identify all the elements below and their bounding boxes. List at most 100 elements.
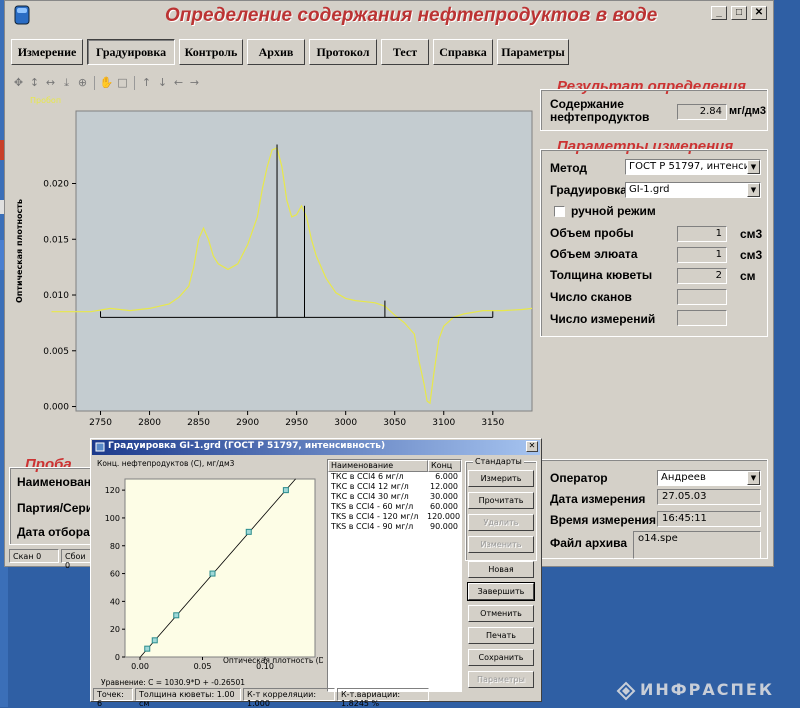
calibration-equation: Уравнение: C = 1030.9*D + -0.26501 [101, 678, 245, 687]
cancel-button[interactable]: Отменить [468, 605, 534, 622]
standards-label: Стандарты [473, 457, 524, 466]
square-icon[interactable]: □ [115, 76, 130, 91]
sample-volume-value[interactable]: 1 [677, 226, 727, 242]
new-button[interactable]: Новая [468, 561, 534, 578]
menu-control[interactable]: Контроль [179, 39, 243, 65]
status-scan: Скан 0 [9, 549, 59, 563]
table-row[interactable]: TKS в CCl4 - 120 мг/л 120.000 [328, 512, 461, 522]
measure-date-label: Дата измерения [550, 492, 646, 506]
calibration-chart[interactable]: Конц. нефтепродуктов (C), мг/дм3 Оптичес… [95, 457, 327, 690]
read-button[interactable]: Прочитать [468, 492, 534, 509]
manual-mode-checkbox[interactable] [554, 206, 565, 217]
measure-time-value: 16:45:11 [657, 511, 761, 527]
cuvette-value[interactable]: 2 [677, 268, 727, 284]
calibration-point [144, 645, 151, 652]
chevron-down-icon[interactable]: ▼ [747, 183, 760, 197]
x-tick-label: 3000 [334, 418, 357, 428]
result-label: Содержание нефтепродуктов [550, 97, 650, 124]
calibration-point [173, 612, 180, 619]
menu-archive[interactable]: Архив [247, 39, 305, 65]
table-row[interactable]: ТКС в CCl4 6 мг/л 6.000 [328, 472, 461, 482]
measure-button[interactable]: Измерить [468, 470, 534, 487]
menu-help[interactable]: Справка [433, 39, 493, 65]
y-tick-label: 0.015 [43, 235, 69, 245]
arrow-up-icon[interactable]: ↑ [139, 76, 154, 91]
measure-time-label: Время измерения [550, 513, 656, 527]
menu-calibration[interactable]: Градуировка [87, 39, 175, 65]
print-button[interactable]: Печать [468, 627, 534, 644]
zoom-horizontal-icon[interactable]: ↔ [43, 76, 58, 91]
measurements-value[interactable] [677, 310, 727, 326]
pan-icon[interactable]: ✥ [11, 76, 26, 91]
x-tick-label: 3050 [383, 418, 406, 428]
cal-x-tick-label: 0.05 [194, 662, 212, 671]
operator-label: Оператор [550, 471, 608, 485]
status-variation: К-т.вариации: 1.8245 % [337, 688, 429, 708]
dialog-icon [95, 442, 105, 452]
maximize-button[interactable]: □ [731, 6, 747, 20]
x-tick-label: 3150 [481, 418, 504, 428]
chevron-down-icon[interactable]: ▼ [747, 160, 760, 174]
params-button[interactable]: Параметры [468, 671, 534, 688]
menu-measurement[interactable]: Измерение [11, 39, 83, 65]
calibration-chart-svg: Конц. нефтепродуктов (C), мг/дм3 Оптичес… [97, 459, 327, 687]
sample-name-label: Наименовани [17, 475, 93, 489]
cal-y-tick-label: 0 [115, 653, 120, 662]
save-button[interactable]: Сохранить [468, 649, 534, 666]
eluate-volume-value[interactable]: 1 [677, 247, 727, 263]
scans-label: Число сканов [550, 290, 632, 304]
menu-test[interactable]: Тест [381, 39, 429, 65]
column-header-name[interactable]: Наименование [328, 460, 428, 472]
cal-y-tick-label: 60 [110, 570, 120, 579]
method-select[interactable]: ГОСТ Р 51797, интенсивнос ▼ [625, 159, 761, 175]
eluate-volume-label: Объем элюата [550, 247, 638, 261]
dialog-status-bar: Точек: 6 Толщина кюветы: 1.00 см К-т кор… [93, 688, 429, 708]
minimize-button[interactable]: _ [711, 6, 727, 20]
sample-batch-label: Партия/Сери [17, 501, 93, 515]
fit-icon[interactable]: ⤓ [59, 76, 74, 91]
table-row[interactable]: TKS в CCl4 - 90 мг/л 90.000 [328, 522, 461, 532]
scans-value[interactable] [677, 289, 727, 305]
zoom-vertical-icon[interactable]: ↕ [27, 76, 42, 91]
chart-toolbar: ✥ ↕ ↔ ⤓ ⊕ ✋ □ ↑ ↓ ← → [11, 74, 202, 92]
arrow-left-icon[interactable]: ← [171, 76, 186, 91]
table-row[interactable]: ТКС в CCl4 12 мг/л 12.000 [328, 482, 461, 492]
delete-button[interactable]: Удалить [468, 514, 534, 531]
cal-y-tick-label: 80 [110, 542, 120, 551]
toolbar-separator [94, 76, 95, 90]
cal-y-tick-label: 40 [110, 597, 120, 606]
cal-y-tick-label: 20 [110, 625, 120, 634]
hand-icon[interactable]: ✋ [99, 76, 114, 91]
chevron-down-icon[interactable]: ▼ [747, 471, 760, 485]
change-button[interactable]: Изменить [468, 536, 534, 553]
calibration-y-label: Конц. нефтепродуктов (C), мг/дм3 [97, 459, 235, 468]
status-cuvette: Толщина кюветы: 1.00 см [135, 688, 241, 708]
menu-parameters[interactable]: Параметры [497, 39, 569, 65]
standards-table[interactable]: Наименование Конц ТКС в CCl4 6 мг/л 6.000… [327, 459, 462, 692]
y-tick-label: 0.000 [43, 403, 69, 413]
close-button[interactable]: ✕ [751, 6, 767, 20]
arrow-right-icon[interactable]: → [187, 76, 202, 91]
y-axis-label: Оптическая плотность [15, 199, 24, 303]
x-tick-label: 3100 [432, 418, 455, 428]
finish-button[interactable]: Завершить [467, 582, 535, 601]
spectrum-chart[interactable]: Пробоп Оптическая плотность 2750 2800 2850… [12, 93, 538, 429]
cuvette-label: Толщина кюветы [550, 268, 653, 282]
archive-file-value: o14.spe [633, 531, 761, 559]
infraspek-logo-icon [616, 681, 636, 701]
zoom-icon[interactable]: ⊕ [75, 76, 90, 91]
table-row[interactable]: TKS в CCl4 - 60 мг/л 60.000 [328, 502, 461, 512]
arrow-down-icon[interactable]: ↓ [155, 76, 170, 91]
calibration-select[interactable]: GI-1.grd ▼ [625, 182, 761, 198]
result-unit: мг/дм3 [729, 105, 767, 117]
menu-protocol[interactable]: Протокол [309, 39, 377, 65]
calibration-point [245, 528, 252, 535]
x-tick-label: 2950 [285, 418, 308, 428]
operator-select[interactable]: Андреев ▼ [657, 470, 761, 486]
calibration-point [209, 570, 216, 577]
dialog-close-button[interactable]: ✕ [526, 441, 538, 452]
table-row[interactable]: ТКС в CCl4 30 мг/л 30.000 [328, 492, 461, 502]
title-bar: Определение содержания нефтепродуктов в … [5, 1, 773, 29]
measurements-label: Число измерений [550, 312, 656, 326]
column-header-conc[interactable]: Конц [428, 460, 461, 472]
